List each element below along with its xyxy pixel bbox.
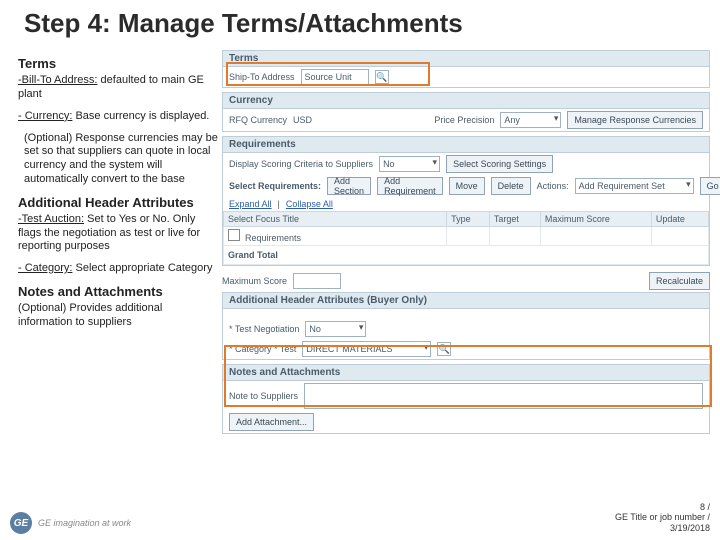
- price-precision-select[interactable]: Any: [500, 112, 561, 128]
- ship-to-label: Ship-To Address: [229, 72, 295, 82]
- ship-to-input[interactable]: Source Unit: [301, 69, 369, 85]
- addl-header-panel-header: Additional Header Attributes (Buyer Only…: [223, 293, 709, 309]
- test-auction-label: -Test Auction:: [18, 213, 84, 225]
- bill-to-note: -Bill-To Address: defaulted to main GE p…: [18, 74, 218, 102]
- collapse-all-link[interactable]: Collapse All: [286, 199, 333, 209]
- delete-button[interactable]: Delete: [491, 177, 531, 195]
- left-column: Terms -Bill-To Address: defaulted to mai…: [18, 50, 218, 338]
- go-button[interactable]: Go: [700, 177, 720, 195]
- currency-panel: Currency RFQ Currency USD Price Precisio…: [222, 92, 710, 132]
- addl-heading: Additional Header Attributes: [18, 195, 218, 211]
- add-requirement-button[interactable]: Add Requirement: [377, 177, 443, 195]
- notes-panel: Notes and Attachments Note to Suppliers …: [222, 364, 710, 434]
- requirements-panel: Requirements Display Scoring Criteria to…: [222, 136, 710, 266]
- requirements-panel-header: Requirements: [223, 137, 709, 153]
- select-requirements-label: Select Requirements:: [229, 181, 321, 191]
- ge-logo-icon: GE: [10, 512, 32, 534]
- requirements-table: Select Focus Title Type Target Maximum S…: [223, 211, 709, 265]
- actions-select[interactable]: Add Requirement Set: [575, 178, 694, 194]
- right-column: Terms Ship-To Address Source Unit 🔍 Curr…: [222, 50, 710, 438]
- row-name: Requirements: [245, 233, 301, 243]
- row-checkbox[interactable]: [228, 229, 240, 241]
- terms-heading: Terms: [18, 56, 218, 72]
- col-max-score: Maximum Score: [540, 212, 651, 227]
- notes-panel-header: Notes and Attachments: [223, 365, 709, 381]
- col-type: Type: [447, 212, 490, 227]
- search-icon[interactable]: 🔍: [437, 342, 451, 356]
- terms-panel: Terms Ship-To Address Source Unit 🔍: [222, 50, 710, 88]
- rfq-currency-label: RFQ Currency: [229, 115, 287, 125]
- actions-label: Actions:: [537, 181, 569, 191]
- test-auction-note: -Test Auction: Set to Yes or No. Only fl…: [18, 213, 218, 254]
- add-section-button[interactable]: Add Section: [327, 177, 371, 195]
- footer-title: GE Title or job number /: [615, 512, 710, 523]
- footer-date: 3/19/2018: [615, 523, 710, 534]
- max-score-label: Maximum Score: [222, 276, 287, 286]
- grand-total-row: Grand Total: [224, 246, 709, 265]
- col-target: Target: [489, 212, 540, 227]
- footer: GE GE imagination at work 8 / GE Title o…: [10, 502, 710, 534]
- currency-text: Base currency is displayed.: [75, 110, 209, 122]
- move-button[interactable]: Move: [449, 177, 485, 195]
- display-scoring-label: Display Scoring Criteria to Suppliers: [229, 159, 373, 169]
- page-number: 8 /: [615, 502, 710, 513]
- currency-panel-header: Currency: [223, 93, 709, 109]
- currency-label: - Currency:: [18, 110, 72, 122]
- category-label: - Category:: [18, 262, 72, 274]
- ge-tagline: GE imagination at work: [38, 518, 131, 528]
- add-attachment-button[interactable]: Add Attachment...: [229, 413, 314, 431]
- col-select-focus: Select Focus Title: [224, 212, 447, 227]
- col-update: Update: [651, 212, 708, 227]
- grand-total-label: Grand Total: [224, 246, 709, 265]
- select-scoring-button[interactable]: Select Scoring Settings: [446, 155, 553, 173]
- terms-panel-header: Terms: [223, 51, 709, 67]
- category-select[interactable]: DIRECT MATERIALS: [302, 341, 431, 357]
- test-negotiation-label: * Test Negotiation: [229, 324, 299, 334]
- recalculate-button[interactable]: Recalculate: [649, 272, 710, 290]
- response-currency-note: (Optional) Response currencies may be se…: [24, 132, 218, 187]
- display-scoring-select[interactable]: No: [379, 156, 440, 172]
- page-title: Step 4: Manage Terms/Attachments: [24, 8, 463, 39]
- note-to-suppliers-label: Note to Suppliers: [229, 391, 298, 401]
- price-precision-label: Price Precision: [434, 115, 494, 125]
- currency-note: - Currency: Base currency is displayed.: [18, 110, 218, 124]
- ge-logo-block: GE GE imagination at work: [10, 512, 131, 534]
- rfq-currency-value: USD: [293, 115, 312, 125]
- test-negotiation-select[interactable]: No: [305, 321, 366, 337]
- bill-to-label: -Bill-To Address:: [18, 74, 97, 86]
- table-row: Requirements: [224, 227, 709, 246]
- category-note: - Category: Select appropriate Category: [18, 262, 218, 276]
- max-score-input[interactable]: [293, 273, 341, 289]
- addl-header-panel: Additional Header Attributes (Buyer Only…: [222, 292, 710, 360]
- manage-currencies-button[interactable]: Manage Response Currencies: [567, 111, 703, 129]
- category-select-label: * Category * Test: [229, 344, 296, 354]
- note-to-suppliers-input[interactable]: [304, 383, 703, 409]
- category-text: Select appropriate Category: [75, 262, 212, 274]
- expand-all-link[interactable]: Expand All: [229, 199, 272, 209]
- notes-text: (Optional) Provides additional informati…: [18, 302, 218, 330]
- search-icon[interactable]: 🔍: [375, 70, 389, 84]
- notes-heading: Notes and Attachments: [18, 284, 218, 300]
- footer-meta: 8 / GE Title or job number / 3/19/2018: [615, 502, 710, 534]
